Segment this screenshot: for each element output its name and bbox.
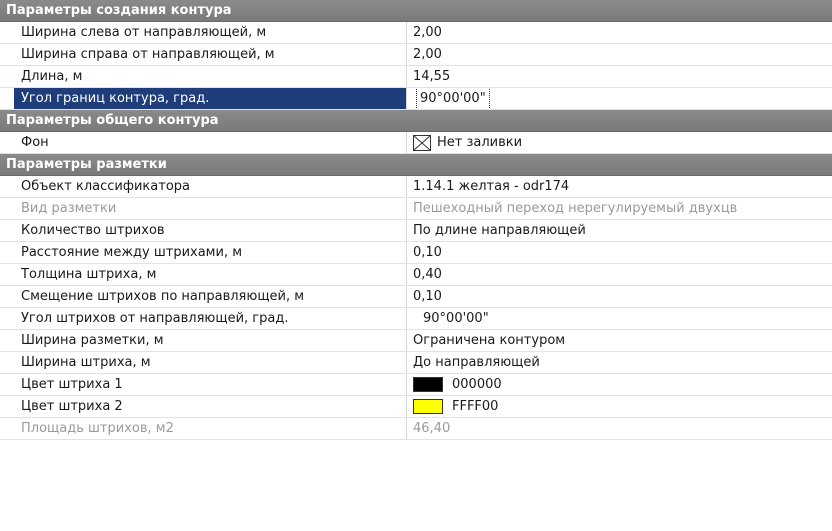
property-row-width-right[interactable]: Ширина справа от направляющей, м 2,00 bbox=[0, 44, 832, 66]
property-row-stroke-spacing[interactable]: Расстояние между штрихами, м 0,10 bbox=[0, 242, 832, 264]
property-row-stroke-offset[interactable]: Смещение штрихов по направляющей, м 0,10 bbox=[0, 286, 832, 308]
property-name: Площадь штрихов, м2 bbox=[14, 418, 407, 439]
property-row-stroke-area: Площадь штрихов, м2 46,40 bbox=[0, 418, 832, 440]
property-value-select[interactable]: Ограничена контуром bbox=[407, 330, 832, 351]
property-row-length[interactable]: Длина, м 14,55 bbox=[0, 66, 832, 88]
no-fill-icon bbox=[413, 134, 431, 151]
property-value-input[interactable]: 0,10 bbox=[407, 286, 832, 307]
property-name: Вид разметки bbox=[14, 198, 407, 219]
property-value-readonly: Пешеходный переход нерегулируемый двухцв bbox=[413, 201, 738, 216]
property-value-input[interactable]: 1.14.1 желтая - odr174 bbox=[407, 176, 832, 197]
property-name: Толщина штриха, м bbox=[14, 264, 407, 285]
property-name: Ширина слева от направляющей, м bbox=[14, 22, 407, 43]
section-marking[interactable]: Параметры разметки bbox=[0, 154, 832, 176]
property-value-color-picker[interactable]: FFFF00 bbox=[407, 396, 832, 417]
property-row-background[interactable]: Фон Нет заливки bbox=[0, 132, 832, 154]
property-row-stroke-color-1[interactable]: Цвет штриха 1 000000 bbox=[0, 374, 832, 396]
color-swatch[interactable] bbox=[413, 399, 443, 414]
property-row-stroke-thickness[interactable]: Толщина штриха, м 0,40 bbox=[0, 264, 832, 286]
property-name: Угол штрихов от направляющей, град. bbox=[14, 308, 407, 329]
property-name: Количество штрихов bbox=[14, 220, 407, 241]
property-value-input[interactable]: 14,55 bbox=[407, 66, 832, 87]
property-value-input[interactable]: 2,00 bbox=[407, 44, 832, 65]
section-contour-creation[interactable]: Параметры создания контура bbox=[0, 0, 832, 22]
section-general-contour[interactable]: Параметры общего контура bbox=[0, 110, 832, 132]
property-name: Ширина штриха, м bbox=[14, 352, 407, 373]
property-value-readonly: 46,40 bbox=[413, 421, 451, 436]
property-value-color-picker[interactable]: 000000 bbox=[407, 374, 832, 395]
property-name: Угол границ контура, град. bbox=[14, 88, 407, 109]
property-row-stroke-count[interactable]: Количество штрихов По длине направляющей bbox=[0, 220, 832, 242]
color-swatch[interactable] bbox=[413, 377, 443, 392]
property-row-marking-type: Вид разметки Пешеходный переход нерегули… bbox=[0, 198, 832, 220]
property-grid: Параметры создания контура Ширина слева … bbox=[0, 0, 832, 531]
property-row-marking-width[interactable]: Ширина разметки, м Ограничена контуром bbox=[0, 330, 832, 352]
property-value-input[interactable]: 0,40 bbox=[407, 264, 832, 285]
property-name: Ширина справа от направляющей, м bbox=[14, 44, 407, 65]
property-name: Расстояние между штрихами, м bbox=[14, 242, 407, 263]
property-row-angle[interactable]: Угол границ контура, град. 90°00'00" bbox=[0, 88, 832, 110]
property-row-stroke-angle[interactable]: Угол штрихов от направляющей, град. 90°0… bbox=[0, 308, 832, 330]
property-value-input[interactable]: 90°00'00" bbox=[407, 88, 832, 109]
property-row-width-left[interactable]: Ширина слева от направляющей, м 2,00 bbox=[0, 22, 832, 44]
property-row-classifier[interactable]: Объект классификатора 1.14.1 желтая - od… bbox=[0, 176, 832, 198]
property-name: Цвет штриха 1 bbox=[14, 374, 407, 395]
property-name: Цвет штриха 2 bbox=[14, 396, 407, 417]
property-value-fill-select[interactable]: Нет заливки bbox=[407, 132, 832, 153]
property-value-select[interactable]: По длине направляющей bbox=[407, 220, 832, 241]
property-name: Фон bbox=[14, 132, 407, 153]
property-row-stroke-color-2[interactable]: Цвет штриха 2 FFFF00 bbox=[0, 396, 832, 418]
property-name: Длина, м bbox=[14, 66, 407, 87]
property-value-input[interactable]: 90°00'00" bbox=[407, 308, 832, 329]
property-name: Объект классификатора bbox=[14, 176, 407, 197]
property-value-select[interactable]: До направляющей bbox=[407, 352, 832, 373]
property-value-input[interactable]: 2,00 bbox=[407, 22, 832, 43]
property-value-input[interactable]: 0,10 bbox=[407, 242, 832, 263]
property-name: Ширина разметки, м bbox=[14, 330, 407, 351]
property-name: Смещение штрихов по направляющей, м bbox=[14, 286, 407, 307]
property-row-stroke-width[interactable]: Ширина штриха, м До направляющей bbox=[0, 352, 832, 374]
